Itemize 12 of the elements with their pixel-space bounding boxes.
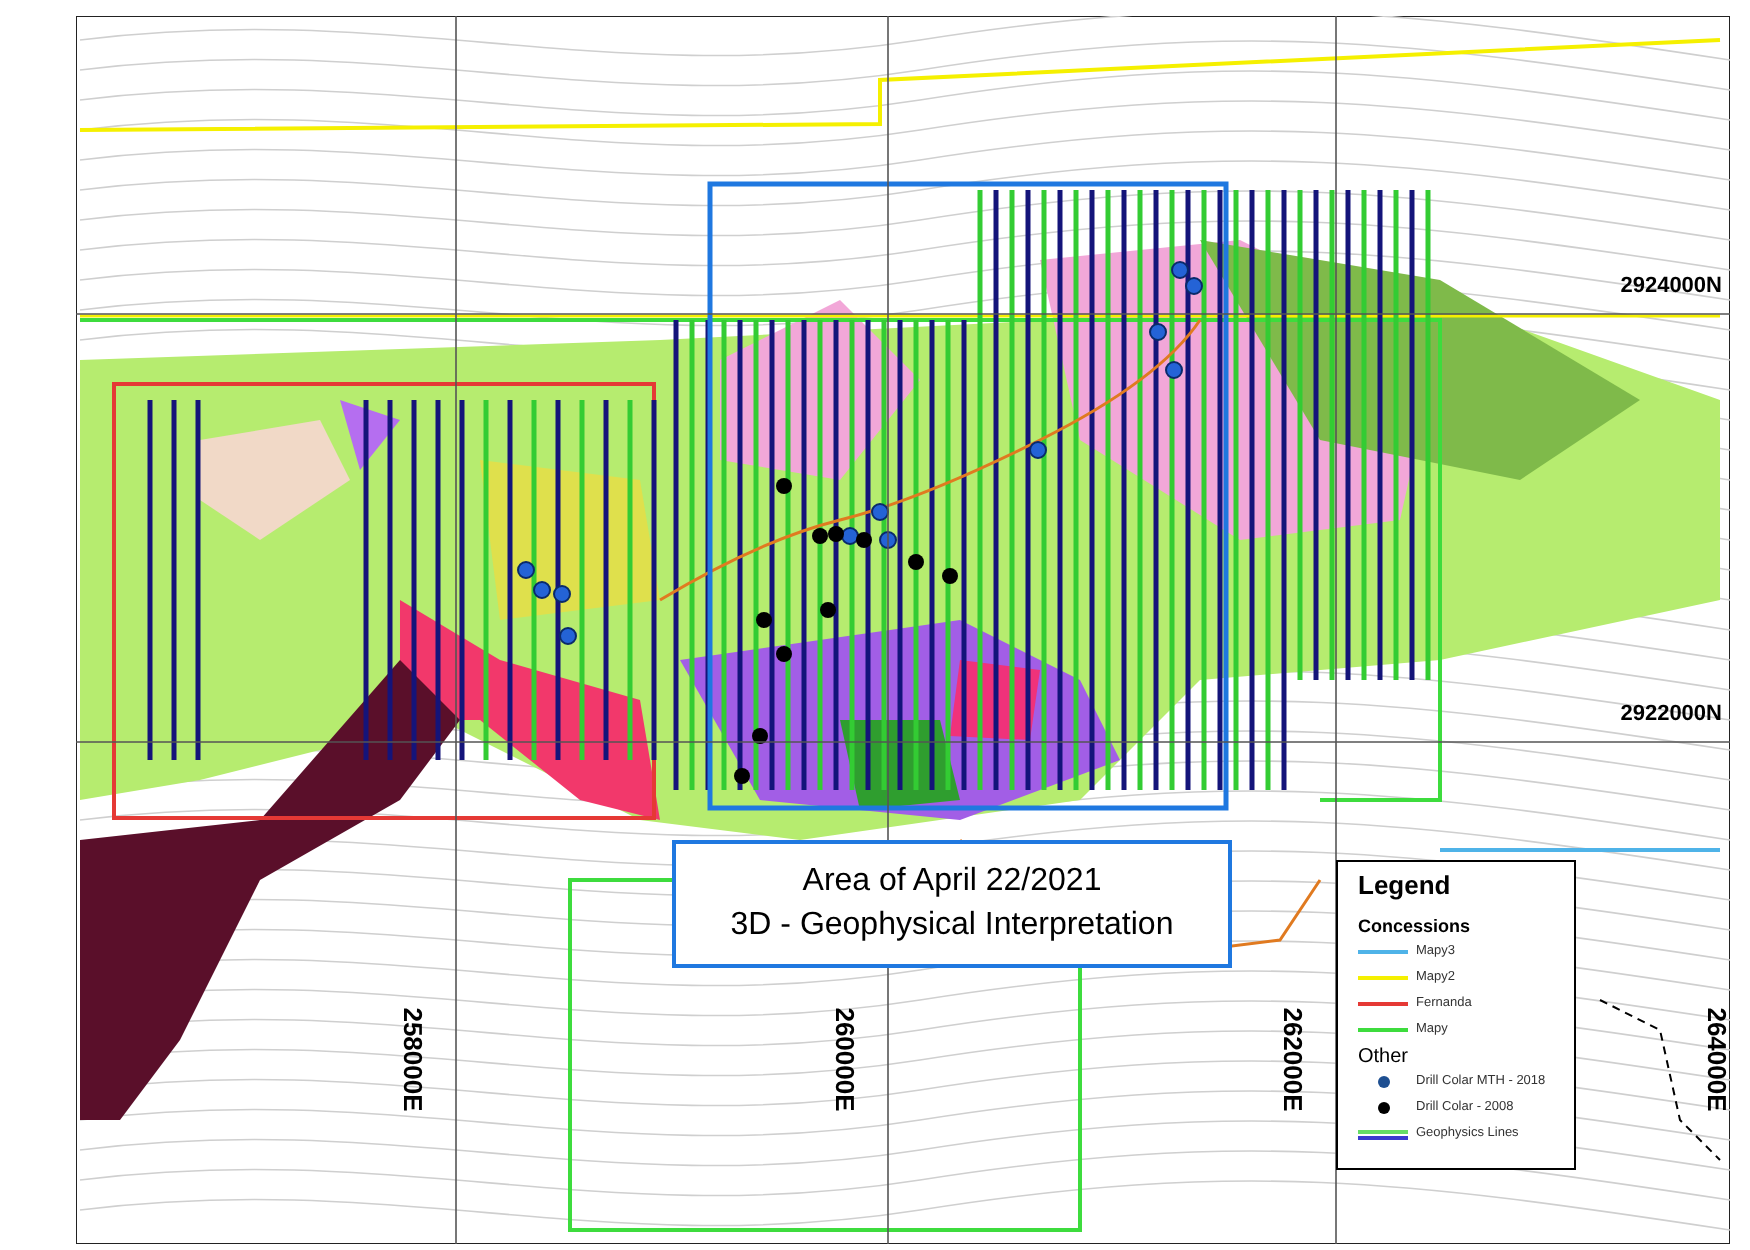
double-line-swatch-icon xyxy=(1358,1129,1408,1139)
easting-label: 264000E xyxy=(1699,1007,1734,1112)
legend-title: Legend xyxy=(1358,868,1453,904)
easting-label: 262000E xyxy=(1275,1007,1310,1112)
map-title-text: Area of April 22/2021 xyxy=(802,862,1102,902)
legend-heading: Other xyxy=(1358,1043,1411,1069)
northing-label: 2924000N xyxy=(1620,272,1722,302)
northing-label: 2922000N xyxy=(1620,700,1722,730)
map-title-text: 3D - Geophysical Interpretation xyxy=(730,906,1174,946)
easting-label: 258000E xyxy=(395,1007,430,1112)
easting-label: 260000E xyxy=(827,1007,862,1112)
legend-heading: Concessions xyxy=(1358,913,1473,939)
